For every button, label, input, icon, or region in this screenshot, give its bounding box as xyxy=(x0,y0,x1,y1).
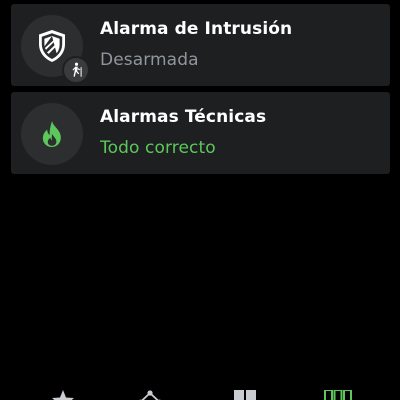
walking-person-badge xyxy=(62,56,90,84)
screen: Alarma de Intrusión Desarmada Alarmas Té… xyxy=(0,0,400,400)
flame-icon xyxy=(42,121,61,147)
star-icon xyxy=(52,390,74,400)
nav-item-overview[interactable] xyxy=(323,386,353,400)
walking-person-icon xyxy=(72,62,82,77)
technical-alarms-status: Todo correcto xyxy=(100,138,216,158)
intrusion-alarm-status: Desarmada xyxy=(100,50,199,70)
grid-icon xyxy=(234,390,256,400)
technical-alarms-title: Alarmas Técnicas xyxy=(100,107,267,127)
shield-icon xyxy=(39,30,65,62)
network-icon xyxy=(139,390,161,400)
intrusion-alarm-card[interactable]: Alarma de Intrusión Desarmada xyxy=(11,4,390,86)
nav-item-network[interactable] xyxy=(135,386,165,400)
intrusion-alarm-title: Alarma de Intrusión xyxy=(100,19,293,39)
nav-item-devices[interactable] xyxy=(230,386,260,400)
technical-alarms-card[interactable]: Alarmas Técnicas Todo correcto xyxy=(11,92,390,174)
bottom-nav xyxy=(0,386,400,400)
technical-icon-circle xyxy=(21,103,83,165)
columns-icon xyxy=(324,390,352,400)
nav-item-favorites[interactable] xyxy=(48,386,78,400)
